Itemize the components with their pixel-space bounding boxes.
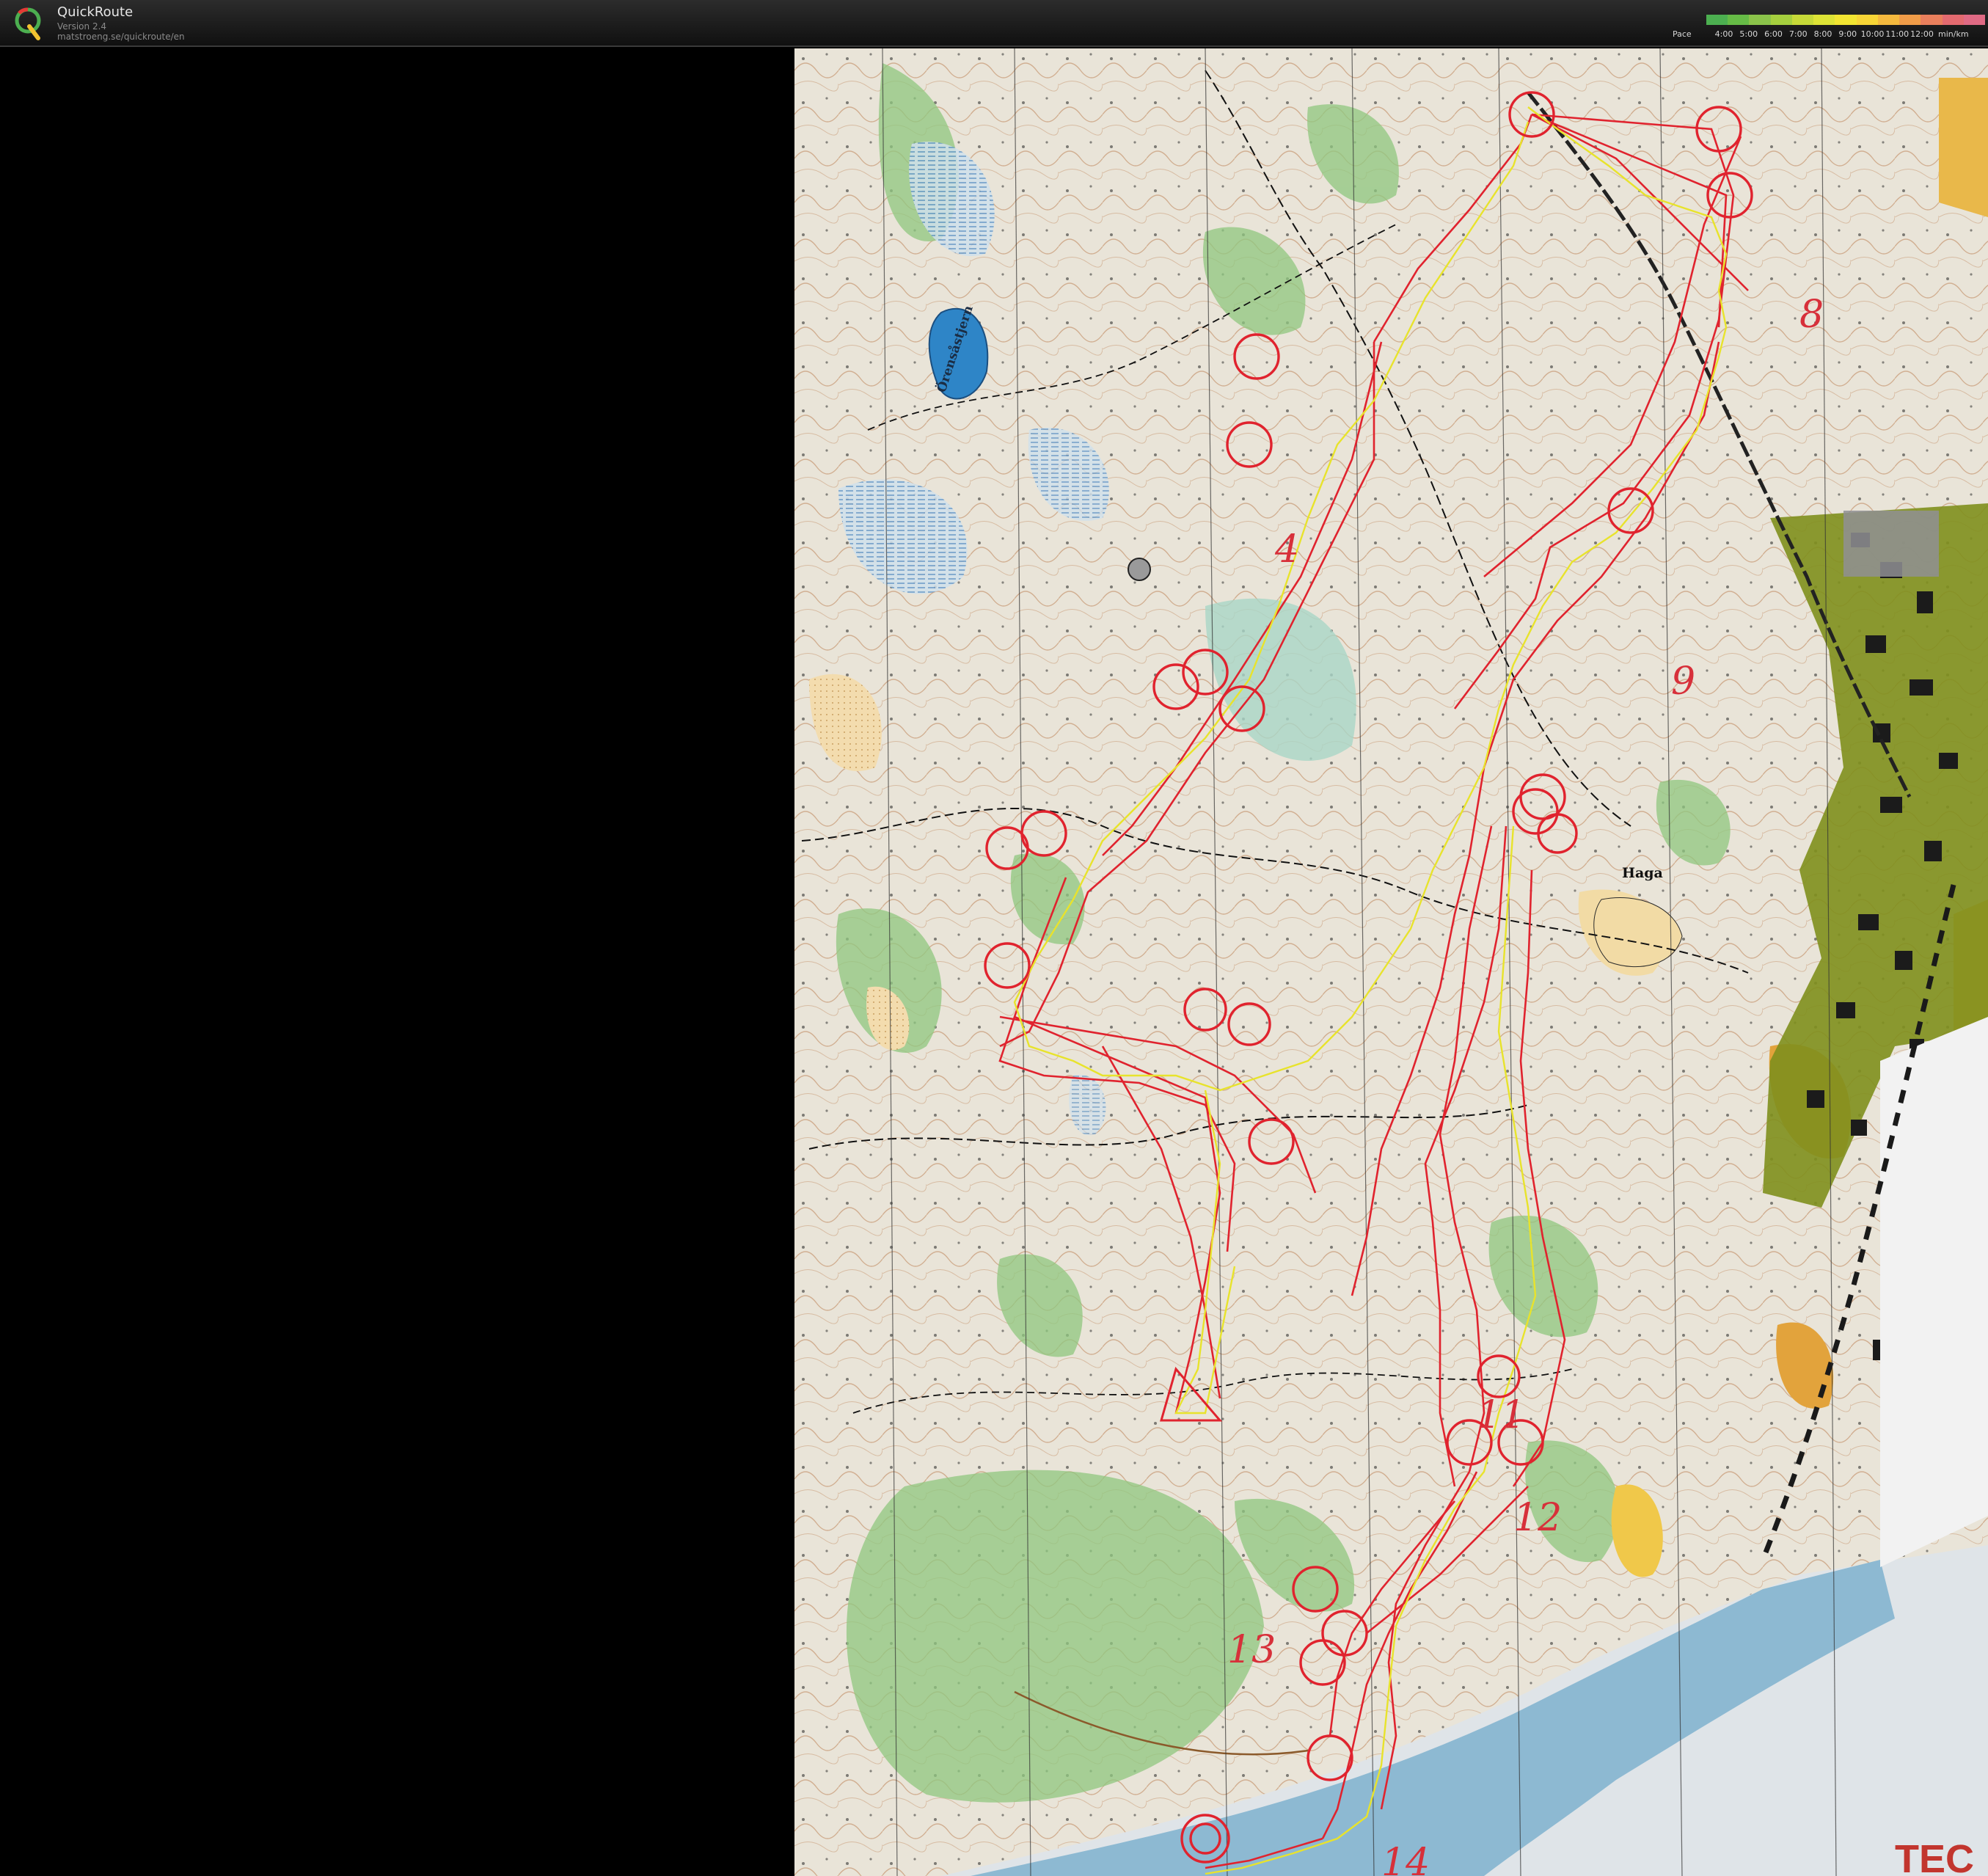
left-empty-panel (0, 48, 794, 1876)
app-title: QuickRoute (57, 4, 134, 20)
pace-unit-label: min/km (1938, 29, 1969, 39)
pace-color-segment (1942, 15, 1964, 25)
pace-color-segment (1813, 15, 1835, 25)
pace-tick-label: 10:00 (1860, 29, 1885, 39)
pace-color-segment (1921, 15, 1943, 25)
grey-hill-symbol (1128, 558, 1151, 581)
handwritten-number-13: 13 (1227, 1628, 1276, 1672)
pace-color-segment (1770, 15, 1792, 25)
pace-tick-label: 9:00 (1838, 29, 1857, 39)
handwritten-number-9: 9 (1671, 660, 1695, 704)
place-name-haga: Haga (1622, 865, 1663, 881)
app-version: Version 2.4 (57, 21, 107, 32)
map-title-partial: TEC (1895, 1837, 1974, 1876)
pace-tick-label: 8:00 (1813, 29, 1832, 39)
pace-color-segment (1835, 15, 1857, 25)
handwritten-number-4: 4 (1274, 528, 1299, 572)
quickroute-logo-icon (15, 7, 41, 40)
handwritten-number-8: 8 (1799, 293, 1824, 337)
pace-tick-label: 5:00 (1739, 29, 1758, 39)
pace-color-segment (1856, 15, 1878, 25)
pace-tick-label: 7:00 (1788, 29, 1808, 39)
pace-color-segment (1899, 15, 1921, 25)
pace-color-segment (1728, 15, 1750, 25)
pace-label: Pace (1673, 29, 1692, 39)
pace-color-segment (1749, 15, 1771, 25)
app-url[interactable]: matstroeng.se/quickroute/en (57, 32, 185, 42)
map-canvas: Örensåstjern Haga 4 8 9 11 12 13 14 TEC (794, 48, 1988, 1876)
pace-color-segment (1963, 15, 1986, 25)
pace-color-segment (1706, 15, 1728, 25)
handwritten-number-14: 14 (1381, 1841, 1430, 1876)
handwritten-number-11: 11 (1477, 1393, 1525, 1437)
pace-tick-label: 6:00 (1764, 29, 1783, 39)
pace-tick-label: 12:00 (1910, 29, 1934, 39)
title-bar: QuickRoute Version 2.4 matstroeng.se/qui… (0, 0, 1988, 47)
handwritten-number-12: 12 (1513, 1496, 1562, 1540)
pace-color-segment (1791, 15, 1814, 25)
pace-color-scale (1706, 15, 1986, 25)
pace-legend: Pace 4:00 5:00 6:00 7:00 8:00 9:00 10:00 11:00 1… (1665, 10, 1988, 43)
grey-building-area (1843, 511, 1939, 577)
pace-color-segment (1877, 15, 1900, 25)
pace-tick-label: 4:00 (1714, 29, 1733, 39)
pace-tick-label: 11:00 (1885, 29, 1910, 39)
map-paper-edge (1880, 1017, 1988, 1567)
orienteering-map[interactable]: Örensåstjern Haga 4 8 9 11 12 13 14 TEC (794, 48, 1988, 1876)
